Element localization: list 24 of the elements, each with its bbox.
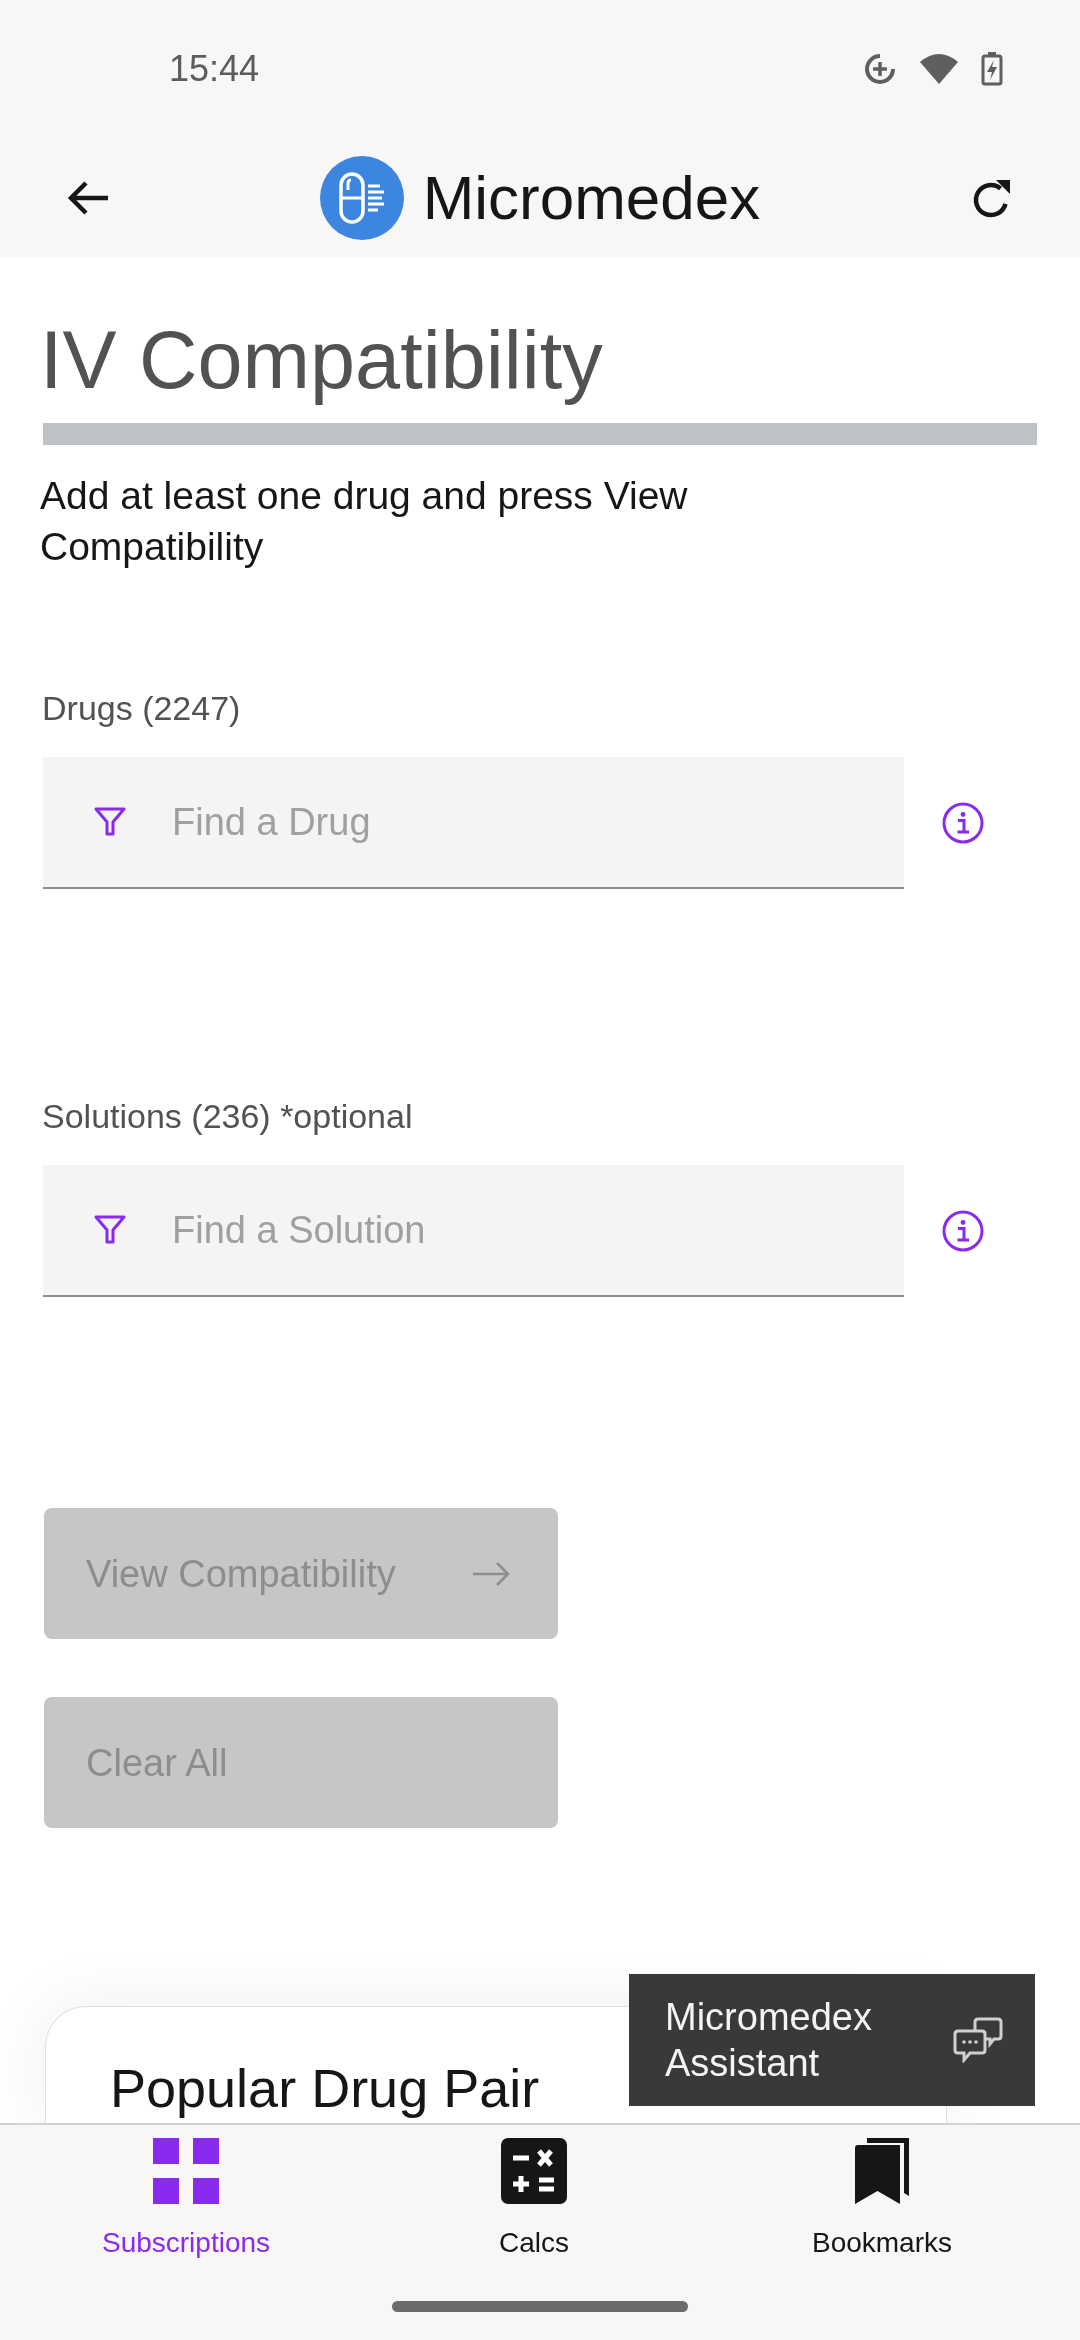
chat-bubbles-icon [953,2017,1003,2063]
capsule-logo-icon [319,155,404,240]
info-icon[interactable] [942,1210,984,1252]
grid-icon [153,2138,219,2204]
instructions-text: Add at least one drug and press View Compatibility [40,473,689,570]
nav-tab[interactable]: Bookmarks [811,2138,952,2260]
nav-tab[interactable]: Subscriptions [101,2138,271,2260]
search-field[interactable]: Find a Solution [43,1165,904,1297]
card-title: Popular Drug Pair [110,2058,540,2118]
back-icon[interactable] [66,179,110,216]
status-time: 15:44 [169,51,260,87]
wifi-icon [919,53,959,85]
bookmarks-icon [855,2138,909,2204]
calculator-icon [501,2138,567,2204]
assistant-button[interactable]: Micromedex Assistant [629,1974,1035,2106]
nav-tab[interactable]: Calcs [499,2138,569,2260]
search-field[interactable]: Find a Drug [43,757,904,889]
plus-circle-icon [863,52,897,86]
battery-charging-icon [981,52,1003,86]
arrow-right-icon [471,1559,511,1588]
app-title: Micromedex [422,166,761,229]
field-label: Drugs (2247) [42,688,241,728]
field-label: Solutions (236) *optional [42,1096,413,1136]
info-icon[interactable] [942,802,984,844]
